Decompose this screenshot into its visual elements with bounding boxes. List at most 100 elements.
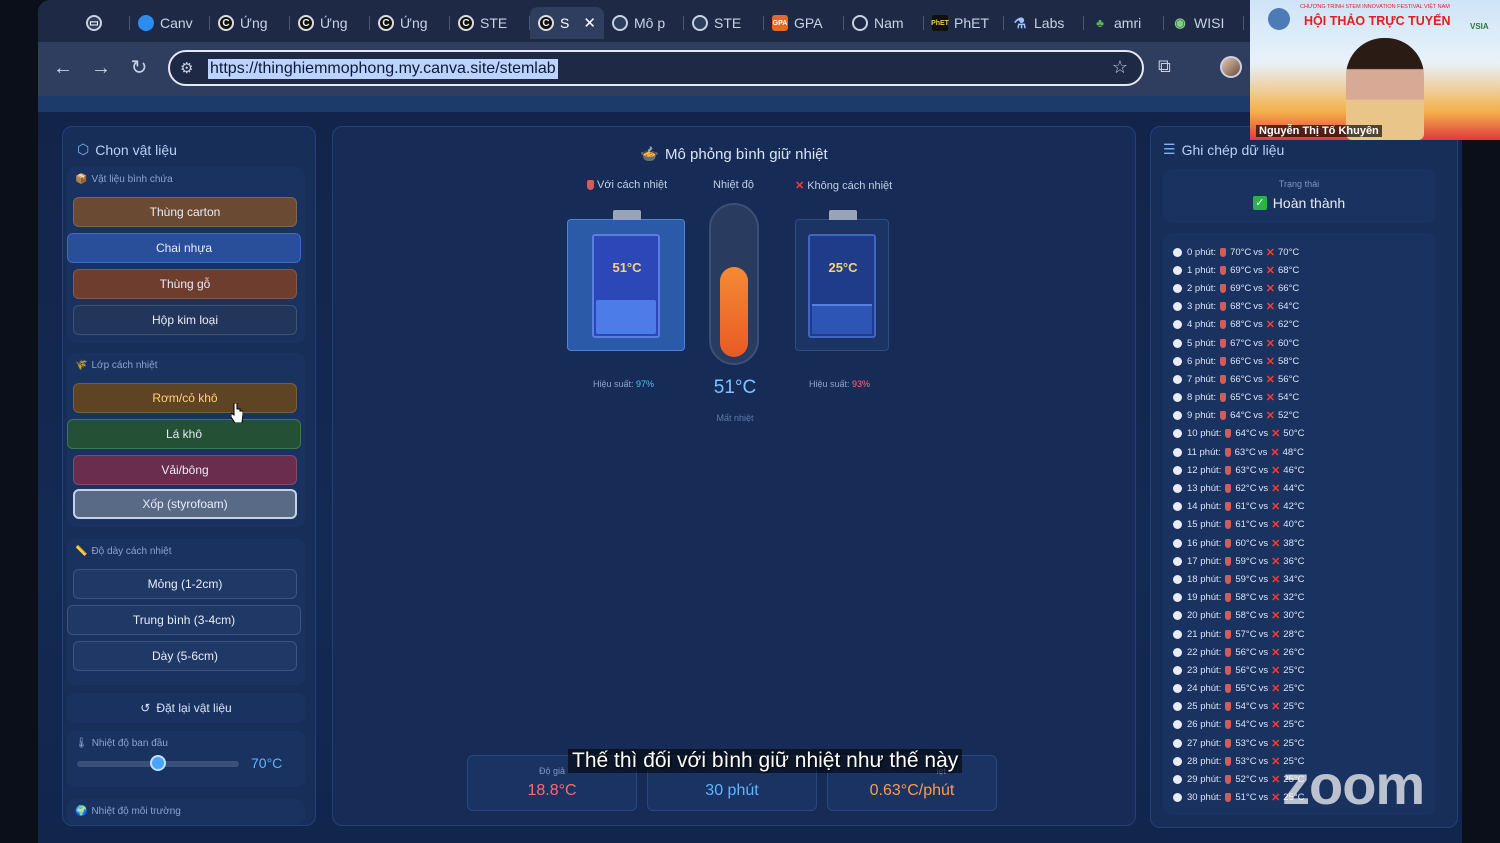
x-icon: ✕ <box>1271 610 1281 623</box>
log-minute: 23 phút: <box>1187 664 1222 676</box>
log-without-insulation: 25°C <box>1283 701 1305 713</box>
option-xop-styrofoam[interactable]: Xốp (styrofoam) <box>73 489 297 519</box>
browser-tab[interactable]: ♣ amri <box>1084 7 1164 39</box>
tab-label: S <box>560 15 570 31</box>
shield-icon <box>1225 629 1232 639</box>
c-icon: C <box>538 15 554 31</box>
container-group-title-text: Vật liệu bình chứa <box>91 174 173 185</box>
profile-avatar[interactable] <box>1220 56 1242 78</box>
close-tab-icon[interactable]: ✕ <box>583 14 596 32</box>
bullet-icon <box>1173 429 1182 439</box>
address-bar[interactable]: ⚙ https://thinghiemmophong.my.canva.site… <box>168 50 1144 86</box>
shield-icon <box>1225 611 1232 621</box>
browser-tab[interactable]: Canv <box>130 7 210 39</box>
x-icon: ✕ <box>1265 246 1276 259</box>
log-minute: 9 phút: <box>1187 410 1217 422</box>
log-without-insulation: 46°C <box>1283 464 1305 476</box>
log-box[interactable]: 0 phút: 70°C vs ✕ 70°C 1 phút: 69°C vs ✕ 68°C… <box>1163 233 1435 815</box>
site-settings-icon[interactable]: ⚙ <box>180 59 193 77</box>
log-without-insulation: 34°C <box>1283 573 1305 585</box>
log-without-insulation: 64°C <box>1278 301 1300 313</box>
option-hop-kim-loai[interactable]: Hộp kim loại <box>73 305 297 335</box>
log-vs: vs <box>1253 319 1263 331</box>
bullet-icon <box>1173 502 1182 512</box>
log-without-insulation: 54°C <box>1278 392 1300 404</box>
browser-tab[interactable]: C Ứng <box>210 7 290 39</box>
browser-tab[interactable]: C Ứng <box>290 7 370 39</box>
log-with-insulation: 70°C <box>1230 246 1252 258</box>
browser-tab[interactable]: C S ✕ <box>530 7 604 39</box>
browser-tab[interactable]: Mô p <box>604 7 684 39</box>
x-icon: ✕ <box>1265 282 1276 295</box>
option-day[interactable]: Dày (5-6cm) <box>73 641 297 671</box>
initial-temp-title-text: Nhiệt độ ban đầu <box>91 738 168 749</box>
x-icon: ✕ <box>1271 683 1281 696</box>
log-vs: vs <box>1253 246 1263 258</box>
gpa-icon: GPA <box>772 15 788 31</box>
option-vai-bong[interactable]: Vải/bông <box>73 455 297 485</box>
insulated-temp: 51°C <box>612 260 642 275</box>
log-minute: 20 phút: <box>1187 610 1222 622</box>
log-vs: vs <box>1253 410 1263 422</box>
browser-tab[interactable]: C Ứng <box>370 7 450 39</box>
back-button[interactable]: ← <box>50 55 76 81</box>
reload-button[interactable]: ↻ <box>126 55 152 81</box>
log-vs: vs <box>1258 428 1269 440</box>
log-without-insulation: 48°C <box>1282 446 1304 458</box>
browser-tab[interactable]: PhET PhET <box>924 7 1004 39</box>
x-icon: ✕ <box>1271 483 1281 496</box>
log-with-insulation: 61°C <box>1235 519 1257 531</box>
log-minute: 15 phút: <box>1187 519 1222 531</box>
browser-tab[interactable]: C STE <box>450 7 530 39</box>
browser-window: ▭ Canv C Ứng C Ứng C Ứng C STE C S ✕ Mô p STE GPA GPA Nam… <box>38 0 1250 96</box>
plant-icon: ♣ <box>1096 16 1104 30</box>
x-icon: ✕ <box>1271 664 1281 677</box>
browser-tab[interactable]: ⚗ Labs <box>1004 7 1084 39</box>
initial-temp-slider-thumb[interactable] <box>150 755 166 771</box>
browser-tab[interactable]: Nam <box>844 7 924 39</box>
log-row: 24 phút: 55°C vs ✕ 25°C <box>1173 680 1433 698</box>
log-row: 2 phút: 69°C vs ✕ 66°C <box>1173 279 1433 297</box>
organization-logo <box>1268 8 1290 30</box>
flask-icon: ⚗ <box>1013 14 1027 31</box>
option-trung-binh[interactable]: Trung bình (3-4cm) <box>67 605 301 635</box>
reset-materials-button[interactable]: ↺ Đặt lại vật liệu <box>67 693 305 723</box>
log-without-insulation: 58°C <box>1278 355 1300 367</box>
simulation-panel: 🍲 Mô phỏng bình giữ nhiệt Với cách nhiệt… <box>332 126 1136 826</box>
log-minute: 28 phút: <box>1187 755 1222 767</box>
tab-label: amri <box>1114 15 1142 31</box>
log-list: 0 phút: 70°C vs ✕ 70°C 1 phút: 69°C vs ✕ 68°C… <box>1173 243 1433 807</box>
extensions-icon[interactable]: ⧉ <box>1158 56 1178 76</box>
browser-tab[interactable]: STE <box>684 7 764 39</box>
log-without-insulation: 25°C <box>1283 683 1305 695</box>
option-chai-nhua[interactable]: Chai nhựa <box>67 233 301 263</box>
log-minute: 13 phút: <box>1187 483 1222 495</box>
shield-icon <box>587 180 594 190</box>
tab-label: Labs <box>1034 15 1065 31</box>
bullet-icon <box>1173 374 1182 384</box>
url-text[interactable]: https://thinghiemmophong.my.canva.site/s… <box>208 59 558 79</box>
option-thung-go[interactable]: Thùng gỗ <box>73 269 297 299</box>
log-minute: 14 phút: <box>1187 501 1222 513</box>
option-rom-co-kho[interactable]: Rơm/cỏ khô <box>73 383 297 413</box>
forward-button[interactable]: → <box>88 55 114 81</box>
browser-tab[interactable]: ◉ WISI <box>1164 7 1244 39</box>
browser-tab[interactable]: GPA GPA <box>764 7 844 39</box>
option-mong[interactable]: Mỏng (1-2cm) <box>73 569 297 599</box>
bullet-icon <box>1173 338 1182 348</box>
log-with-insulation: 68°C <box>1230 301 1252 313</box>
log-without-insulation: 25°C <box>1283 719 1305 731</box>
option-la-kho[interactable]: Lá khô <box>67 419 301 449</box>
log-with-insulation: 60°C <box>1235 537 1257 549</box>
option-thung-carton[interactable]: Thùng carton <box>73 197 297 227</box>
bullet-icon <box>1173 702 1182 712</box>
webcam-feed: CHƯƠNG TRÌNH STEM INNOVATION FESTIVAL VI… <box>1250 0 1500 140</box>
x-icon: ✕ <box>1271 537 1281 550</box>
browser-tab[interactable]: ▭ <box>58 7 130 39</box>
bookmark-star-icon[interactable]: ☆ <box>1112 57 1128 78</box>
x-icon: ✕ <box>1271 646 1281 659</box>
bullet-icon <box>1173 629 1182 639</box>
log-with-insulation: 53°C <box>1235 737 1257 749</box>
log-vs: vs <box>1258 555 1269 567</box>
log-without-insulation: 26°C <box>1283 646 1305 658</box>
